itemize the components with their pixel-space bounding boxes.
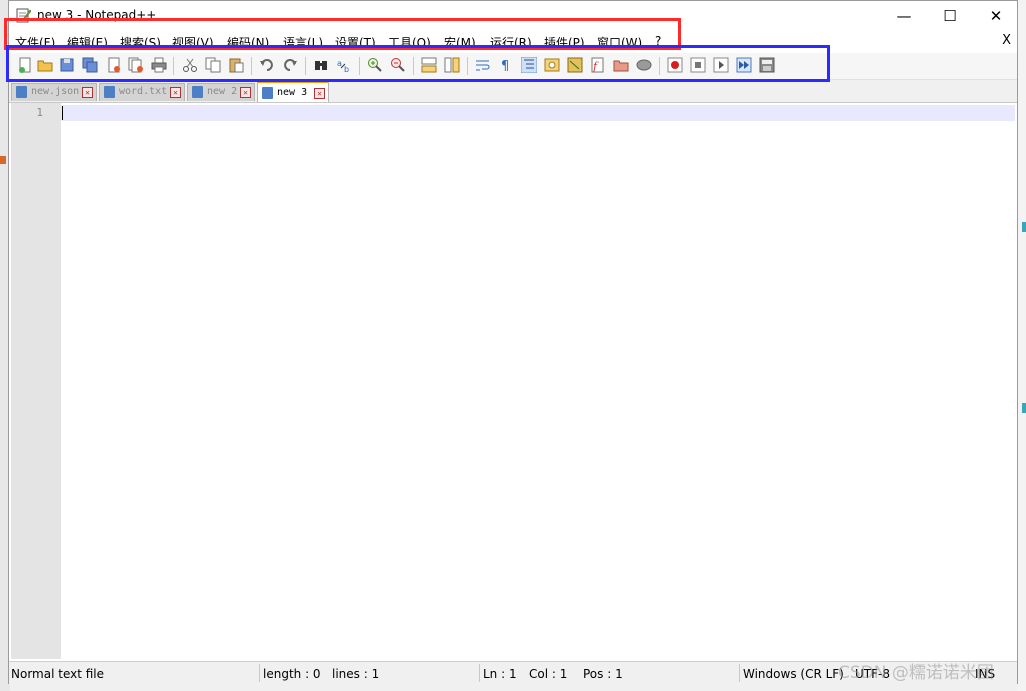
tab-close-icon[interactable]: ✕ (170, 87, 181, 98)
watermark: CSDN @糯诺诺米团 (838, 663, 994, 683)
file-saved-icon (104, 86, 115, 98)
background-right-edge (1017, 0, 1026, 691)
background-mark (1022, 222, 1026, 232)
line-number: 1 (36, 106, 43, 119)
tab-new-json[interactable]: new.json ✕ (11, 83, 97, 101)
notepadpp-window: new 3 - Notepad++ — ☐ ✕ 文件(F) 编辑(E) 搜索(S… (8, 0, 1018, 684)
tab-new-2[interactable]: new 2 ✕ (187, 83, 255, 101)
status-column: Col : 1 (529, 667, 568, 681)
tab-close-icon[interactable]: ✕ (240, 87, 251, 98)
editor-area[interactable]: 1 (11, 103, 1015, 659)
current-line-highlight (61, 105, 1015, 121)
status-length: length : 0 (263, 667, 321, 681)
background-mark (0, 156, 6, 164)
status-file-type: Normal text file (11, 667, 105, 681)
tab-close-icon[interactable]: ✕ (314, 88, 325, 99)
status-position: Pos : 1 (583, 667, 623, 681)
file-saved-icon (262, 87, 273, 99)
maximize-button[interactable]: ☐ (927, 1, 973, 31)
status-divider (259, 664, 260, 682)
status-line: Ln : 1 (483, 667, 517, 681)
close-document-button[interactable]: X (1002, 33, 1011, 48)
file-saved-icon (16, 86, 27, 98)
file-saved-icon (192, 86, 203, 98)
tab-label: new.json (31, 86, 80, 97)
status-divider (479, 664, 480, 682)
background-mark (1022, 403, 1026, 413)
status-lines: lines : 1 (332, 667, 380, 681)
tab-close-icon[interactable]: ✕ (82, 87, 93, 98)
minimize-button[interactable]: — (881, 1, 927, 31)
status-divider (739, 664, 740, 682)
tab-label: new 3 (277, 87, 308, 98)
tab-new-3[interactable]: new 3 ✕ (257, 81, 329, 102)
tab-word-txt[interactable]: word.txt ✕ (99, 83, 185, 101)
toolbar-highlight-box (6, 45, 830, 82)
tab-label: word.txt (119, 86, 168, 97)
document-tab-bar: new.json ✕ word.txt ✕ new 2 ✕ new 3 ✕ (9, 80, 1017, 103)
close-window-button[interactable]: ✕ (973, 1, 1019, 31)
tab-label: new 2 (207, 86, 238, 97)
status-eol[interactable]: Windows (CR LF) (743, 667, 844, 681)
line-number-gutter: 1 (11, 103, 61, 659)
text-caret (62, 106, 63, 120)
